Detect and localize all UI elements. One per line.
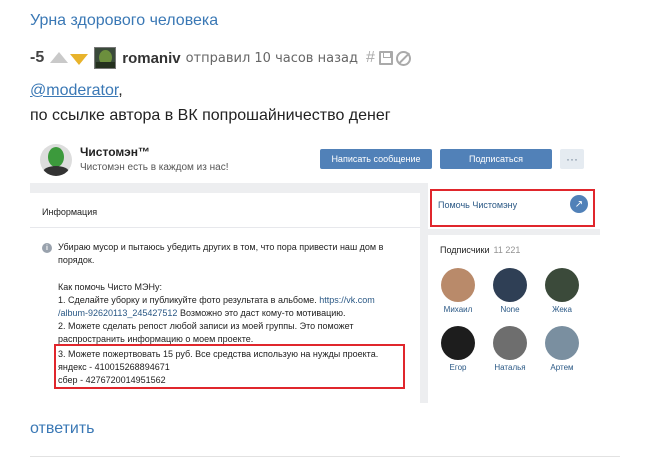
step2-line: 2. Можете сделать репост любой записи из… [58,321,354,331]
ban-icon[interactable] [395,50,411,66]
subscribers-block: Подписчики 11 221 Михаил None Жека Егор Натал… [428,235,600,403]
subscribers-heading: Подписчики 11 221 [440,245,520,255]
donation-highlight [54,344,405,389]
step1-text-2: Возможно это даст кому-то мотивацию. [179,308,346,318]
help-header: Как помочь Чисто МЭНу: [58,282,162,292]
album-link: https://vk.com [319,295,375,305]
mention-suffix: , [118,82,123,99]
subscriber-name: Жека [552,305,572,314]
step1-line-2: /album-92620113_245427512 Возможно это д… [58,307,346,320]
more-button: ··· [560,149,584,169]
user-avatar[interactable] [94,47,117,69]
hash-icon[interactable]: # [366,49,375,67]
subscriber-item: Артем [542,326,582,372]
step1-text: 1. Сделайте уборку и публикуйте фото рез… [58,295,317,305]
subscriber-avatar [493,268,527,302]
post-time: отправил 10 часов назад [185,50,358,66]
post-score: -5 [30,49,45,66]
divider [30,456,620,457]
info-tab: Информация [42,207,98,217]
vk-group-header: Чистомэн™ Чистомэн есть в каждом из нас!… [30,137,600,183]
subscriber-name: Артем [550,363,574,372]
mention-link[interactable]: @moderator [30,82,118,99]
author-name[interactable]: romaniv [122,50,180,67]
subscriber-item: Наталья [490,326,530,372]
subscriber-item: None [490,268,530,314]
info-paragraph: Убираю мусор и пытаюсь убедить других в … [58,242,384,265]
info-icon: i [42,243,52,253]
subscriber-avatar [441,268,475,302]
embedded-screenshot: Чистомэн™ Чистомэн есть в каждом из нас!… [30,137,600,403]
subscriber-name: None [500,305,520,314]
comment-text: по ссылке автора в ВК попрошайничество д… [30,107,391,124]
subscriber-name: Михаил [443,305,473,314]
subscribe-button: Подписаться [440,149,552,169]
post-meta: -5 romaniv отправил 10 часов назад # [30,46,411,70]
group-name: Чистомэн™ [80,145,150,159]
album-link-path: /album-92620113_245427512 [58,308,178,318]
vote-up-icon[interactable] [50,51,69,63]
subscriber-name: Наталья [494,363,526,372]
save-icon[interactable] [378,51,393,65]
reply-link[interactable]: ответить [30,420,95,438]
subscriber-avatar [545,268,579,302]
subscriber-item: Михаил [438,268,478,314]
subscriber-avatar [545,326,579,360]
subscribers-count: 11 221 [493,245,521,255]
subscribers-label: Подписчики [440,245,490,255]
tab-divider [30,227,420,228]
subscriber-avatar [493,326,527,360]
vk-info-panel: Информация i Убираю мусор и пытаюсь убед… [30,193,420,403]
step1-line: 1. Сделайте уборку и публикуйте фото рез… [58,294,375,307]
subscriber-item: Егор [438,326,478,372]
subscriber-item: Жека [542,268,582,314]
comment-mention: @moderator, [30,82,123,100]
subscriber-avatar [441,326,475,360]
group-status: Чистомэн есть в каждом из нас! [80,162,229,173]
message-button: Написать сообщение [320,149,432,169]
group-avatar [40,144,72,176]
help-highlight [430,189,595,227]
post-title[interactable]: Урна здорового человека [30,12,218,30]
vote-down-icon[interactable] [70,53,89,65]
subscriber-name: Егор [449,363,467,372]
